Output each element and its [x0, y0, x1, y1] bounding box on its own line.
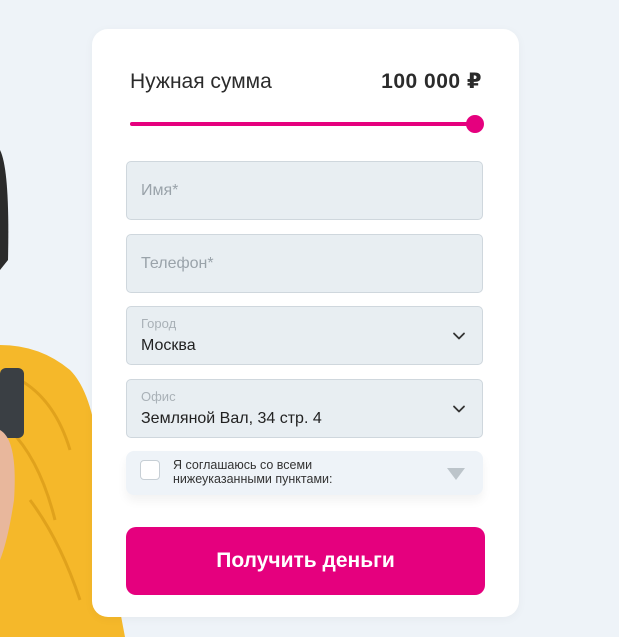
phone-input[interactable]	[127, 235, 482, 292]
slider-fill	[130, 122, 475, 126]
office-value: Земляной Вал, 34 стр. 4	[141, 410, 322, 427]
amount-label: Нужная сумма	[130, 69, 272, 93]
office-label: Офис	[141, 389, 176, 404]
city-select[interactable]: Город Москва	[126, 306, 483, 365]
city-label: Город	[141, 316, 177, 331]
amount-row: Нужная сумма 100 000 ₽	[130, 69, 482, 94]
loan-form-card: Нужная сумма 100 000 ₽ Город Москва Офис…	[92, 29, 519, 617]
consent-checkbox[interactable]	[140, 460, 160, 480]
submit-button[interactable]: Получить деньги	[126, 527, 485, 595]
consent-block: Я соглашаюсь со всеми нижеуказанными пун…	[126, 451, 483, 495]
city-value: Москва	[141, 337, 196, 354]
chevron-down-icon[interactable]	[452, 329, 466, 343]
consent-text: Я соглашаюсь со всеми нижеуказанными пун…	[173, 458, 333, 486]
name-field[interactable]	[126, 161, 483, 220]
expand-triangle-icon[interactable]	[447, 468, 465, 480]
name-input[interactable]	[127, 162, 482, 219]
office-select[interactable]: Офис Земляной Вал, 34 стр. 4	[126, 379, 483, 438]
slider-thumb[interactable]	[466, 115, 484, 133]
chevron-down-icon[interactable]	[452, 402, 466, 416]
amount-slider[interactable]	[130, 114, 484, 134]
amount-value: 100 000 ₽	[381, 70, 482, 93]
phone-field[interactable]	[126, 234, 483, 293]
